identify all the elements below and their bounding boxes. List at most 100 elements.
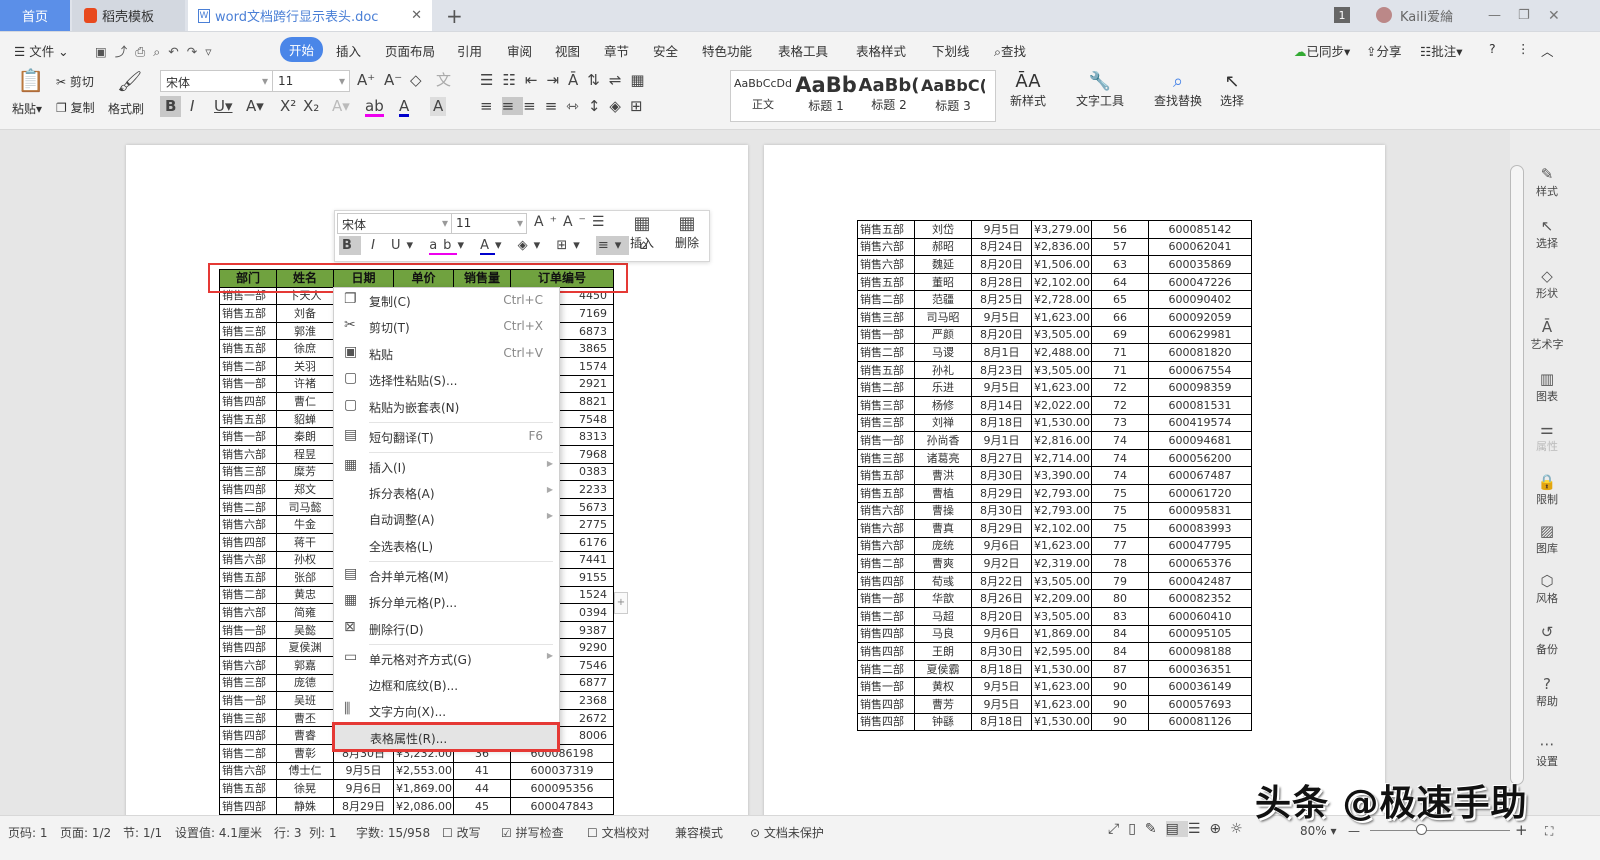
sidebar-item[interactable]: ⬡ 风格 — [1525, 572, 1569, 606]
table-cell[interactable]: 黄忠 — [276, 585, 334, 605]
table-cell[interactable]: 蒋干 — [276, 532, 334, 552]
tab-security[interactable]: 安全 — [653, 41, 678, 60]
table-cell[interactable]: ¥2,022.00 — [1031, 395, 1092, 415]
table-cell[interactable]: 销售四部 — [219, 392, 277, 411]
find-replace-button[interactable]: ⌕ 查找替换 — [1150, 71, 1206, 109]
table-cell[interactable]: 乐进 — [914, 378, 972, 397]
table-cell[interactable]: 刘岱 — [914, 220, 972, 239]
style-heading-3[interactable]: AaBbC(标题 3 — [921, 76, 985, 114]
file-menu[interactable]: ☰ 文件 ⌄ — [14, 41, 69, 60]
context-menu-item[interactable]: ▤ 短句翻译(T) F6 — [334, 424, 559, 448]
table-cell[interactable]: 董昭 — [914, 272, 972, 292]
table-cell[interactable]: 销售二部 — [219, 744, 277, 763]
table-cell[interactable]: 600419574 — [1148, 413, 1252, 433]
table-cell[interactable]: ¥2,714.00 — [1031, 448, 1092, 468]
table-cell[interactable]: ¥3,505.00 — [1031, 325, 1092, 345]
table-cell[interactable]: 600042487 — [1148, 571, 1252, 591]
table-cell[interactable]: 郑文 — [276, 480, 334, 499]
table-cell[interactable]: 销售一部 — [857, 431, 915, 450]
table-cell[interactable]: ¥2,319.00 — [1031, 554, 1092, 573]
table-cell[interactable]: 销售二部 — [857, 343, 915, 362]
copy-button[interactable]: ❐ 复制 — [56, 99, 95, 116]
table-cell[interactable]: ¥1,623.00 — [1031, 695, 1092, 714]
strikethrough-icon[interactable]: A▾ — [246, 99, 264, 114]
tab-chapter[interactable]: 章节 — [604, 41, 629, 60]
table-cell[interactable]: 静姝 — [276, 796, 334, 816]
table-cell[interactable]: 孙礼 — [914, 360, 972, 380]
notification-badge[interactable]: 1 — [1334, 7, 1350, 23]
mini-delete-button[interactable]: ▦ 删除 — [668, 213, 706, 251]
table-cell[interactable]: 71 — [1091, 343, 1149, 362]
table-cell[interactable]: 8月20日 — [971, 325, 1032, 345]
table-cell[interactable]: 64 — [1091, 272, 1149, 292]
table-cell[interactable]: 600047843 — [510, 796, 614, 816]
table-cell[interactable]: 曹睿 — [276, 726, 334, 746]
paragraph-tools-row2[interactable]: ≡≡≡≡⇿↕◈⊞ — [480, 97, 652, 115]
table-cell[interactable]: 销售二部 — [857, 607, 915, 626]
table-cell[interactable]: 销售三部 — [219, 673, 277, 693]
table-cell[interactable]: 严颜 — [914, 325, 972, 345]
sidebar-item[interactable]: ⚌ 属性 — [1525, 420, 1569, 454]
table-cell[interactable]: 庞统 — [914, 536, 972, 556]
add-row-handle[interactable]: + — [614, 592, 628, 614]
table-cell[interactable]: 44 — [453, 779, 511, 798]
table-cell[interactable]: 600067487 — [1148, 466, 1252, 485]
table-cell[interactable]: 75 — [1091, 483, 1149, 503]
table-cell[interactable]: 秦朗 — [276, 427, 334, 446]
table-cell[interactable]: ¥2,816.00 — [1031, 431, 1092, 450]
table-cell[interactable]: 8月30日 — [971, 466, 1032, 485]
table-cell[interactable]: 69 — [1091, 325, 1149, 345]
table-cell[interactable]: 600098359 — [1148, 378, 1252, 397]
zoom-out-button[interactable]: — — [1348, 824, 1360, 838]
table-cell[interactable]: ¥2,553.00 — [393, 761, 454, 781]
restore-button[interactable]: ❐ — [1518, 0, 1530, 31]
table-cell[interactable]: 销售五部 — [219, 339, 277, 358]
table-cell[interactable]: 销售六部 — [857, 501, 915, 521]
table-cell[interactable]: 84 — [1091, 624, 1149, 644]
table-cell[interactable]: 销售五部 — [857, 483, 915, 503]
table-cell[interactable]: 57 — [1091, 237, 1149, 257]
table-cell[interactable]: 74 — [1091, 448, 1149, 468]
table-cell[interactable]: 马谡 — [914, 343, 972, 362]
paste-button[interactable]: 粘贴▾ — [12, 100, 42, 117]
styles-gallery[interactable]: AaBbCcDd 正文 AaBb 标题 1 AaBb(标题 2 AaBbC(标题 3 — [730, 70, 996, 122]
table-cell[interactable]: 程昱 — [276, 444, 334, 464]
table-cell[interactable]: 45 — [453, 796, 511, 816]
format-painter-icon[interactable]: 🖌 — [117, 71, 142, 91]
table-cell[interactable]: 600098188 — [1148, 642, 1252, 661]
table-cell[interactable]: 9月5日 — [971, 695, 1032, 714]
table-cell[interactable]: 马良 — [914, 624, 972, 644]
comment-button[interactable]: ☷批注▾ — [1420, 41, 1463, 60]
view-mode-icons[interactable]: ⤢▯✎▤☰⊕☼ — [1108, 821, 1252, 837]
style-heading-1[interactable]: AaBb 标题 1 — [795, 73, 857, 114]
table-cell[interactable]: 600090402 — [1148, 290, 1252, 309]
table-cell[interactable]: 600037319 — [510, 761, 614, 781]
table-cell[interactable]: 销售六部 — [857, 519, 915, 538]
tab-page-layout[interactable]: 页面布局 — [385, 41, 435, 60]
table-cell[interactable]: 72 — [1091, 378, 1149, 397]
table-cell[interactable]: 63 — [1091, 255, 1149, 274]
table-cell[interactable]: 销售四部 — [219, 726, 277, 746]
table-cell[interactable]: 徐庶 — [276, 339, 334, 358]
table-cell[interactable]: 吴班 — [276, 691, 334, 710]
table-cell[interactable]: 销售五部 — [219, 779, 277, 798]
table-cell[interactable]: 销售一部 — [219, 427, 277, 446]
table-cell[interactable]: 销售二部 — [219, 356, 277, 376]
table-cell[interactable]: 600083993 — [1148, 519, 1252, 538]
status-row[interactable]: 行: 3 — [274, 824, 302, 841]
table-cell[interactable]: 销售六部 — [219, 656, 277, 675]
zoom-slider[interactable] — [1370, 830, 1510, 831]
table-cell[interactable]: ¥2,086.00 — [393, 796, 454, 816]
table-cell[interactable]: 郭嘉 — [276, 656, 334, 675]
vertical-scrollbar[interactable] — [1510, 165, 1524, 785]
table-cell[interactable]: 9月2日 — [971, 554, 1032, 573]
table-cell[interactable]: 72 — [1091, 395, 1149, 415]
table-cell[interactable]: 销售三部 — [857, 395, 915, 415]
table-cell[interactable]: 9月6日 — [971, 624, 1032, 644]
table-cell[interactable]: 600094681 — [1148, 431, 1252, 450]
close-window-button[interactable]: ✕ — [1548, 0, 1560, 31]
table-cell[interactable]: 销售五部 — [857, 466, 915, 485]
table-cell[interactable]: 曹仁 — [276, 392, 334, 411]
table-cell[interactable]: 74 — [1091, 431, 1149, 450]
table-cell[interactable]: 销售六部 — [219, 550, 277, 570]
